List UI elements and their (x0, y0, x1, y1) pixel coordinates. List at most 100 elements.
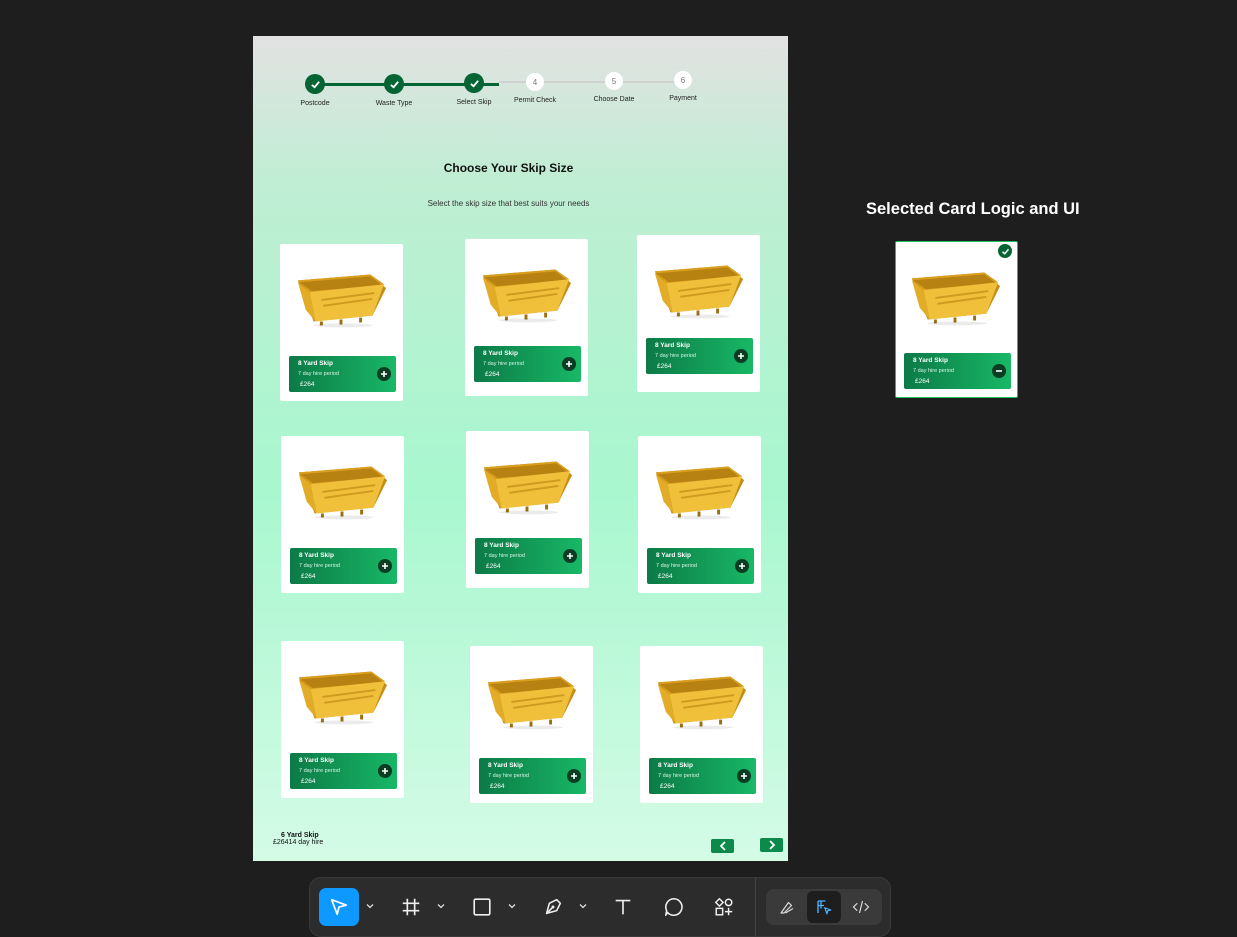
selected-skip-detail: £26414 day hire (273, 839, 324, 846)
skip-card[interactable]: 8 Yard Skip 7 day hire period £264 (280, 244, 403, 401)
check-icon (384, 74, 404, 94)
step-label: Choose Date (593, 96, 635, 103)
move-tool[interactable] (319, 888, 359, 926)
selection-summary: 6 Yard Skip £26414 day hire (273, 832, 323, 846)
card-info: 8 Yard Skip 7 day hire period £264 (474, 346, 581, 382)
back-button[interactable] (711, 839, 734, 853)
skip-card[interactable]: 8 Yard Skip 7 day hire period £264 (281, 436, 404, 593)
skip-card[interactable]: 8 Yard Skip 7 day hire period £264 (638, 436, 761, 593)
skip-image (298, 466, 388, 520)
draw-mode-button[interactable] (770, 891, 804, 923)
card-title: 8 Yard Skip (656, 552, 691, 559)
skip-image (487, 676, 577, 730)
pen-icon (545, 898, 562, 915)
skip-image (297, 274, 387, 328)
skip-card[interactable]: 8 Yard Skip 7 day hire period £264 (470, 646, 593, 803)
remove-button[interactable] (992, 364, 1006, 378)
add-button[interactable] (562, 357, 576, 371)
card-title: 8 Yard Skip (483, 350, 518, 357)
comment-tool[interactable] (654, 888, 694, 926)
card-info: 8 Yard Skip 7 day hire period £264 (475, 538, 582, 574)
chevron-down-icon[interactable] (436, 901, 446, 911)
card-info: 8 Yard Skip 7 day hire period £264 (290, 753, 397, 789)
skip-card[interactable]: 8 Yard Skip 7 day hire period £264 (465, 239, 588, 396)
design-toolbar (309, 877, 891, 937)
card-title: 8 Yard Skip (299, 552, 334, 559)
skip-card[interactable]: 8 Yard Skip 7 day hire period £264 (281, 641, 404, 798)
card-info: 8 Yard Skip 7 day hire period £264 (649, 758, 756, 794)
card-price: £264 (490, 783, 505, 790)
step-permit-check[interactable]: 4 Permit Check (505, 73, 565, 104)
card-price: £264 (658, 573, 673, 580)
card-info: 8 Yard Skip 7 day hire period £264 (647, 548, 754, 584)
add-button[interactable] (377, 367, 391, 381)
rectangle-icon (473, 898, 491, 916)
text-icon (615, 899, 631, 915)
step-payment[interactable]: 6 Payment (653, 71, 713, 102)
step-label: Payment (669, 95, 697, 102)
skip-image (911, 272, 1001, 326)
add-button[interactable] (737, 769, 751, 783)
step-number: 6 (680, 75, 686, 85)
chevron-down-icon[interactable] (578, 901, 588, 911)
card-hire-period: 7 day hire period (484, 553, 525, 559)
add-button[interactable] (378, 559, 392, 573)
step-waste-type[interactable]: Waste Type (364, 74, 424, 107)
step-label: Permit Check (513, 97, 556, 104)
step-select-skip[interactable]: Select Skip (444, 73, 504, 106)
page-subtitle: Select the skip size that best suits you… (427, 199, 590, 208)
step-label: Select Skip (456, 99, 492, 106)
step-number: 4 (532, 77, 538, 87)
skip-image (654, 265, 744, 319)
chevron-down-icon[interactable] (365, 901, 375, 911)
skip-image (655, 466, 745, 520)
card-title: 8 Yard Skip (655, 342, 690, 349)
card-price: £264 (657, 363, 672, 370)
frame-tool[interactable] (391, 888, 431, 926)
dev-mode-button[interactable] (844, 891, 878, 923)
design-mode-button[interactable] (807, 891, 841, 923)
comment-icon (664, 897, 683, 917)
card-title: 8 Yard Skip (299, 757, 334, 764)
check-icon (998, 244, 1012, 258)
card-hire-period: 7 day hire period (655, 353, 696, 359)
card-price: £264 (660, 783, 675, 790)
card-hire-period: 7 day hire period (483, 361, 524, 367)
text-tool[interactable] (603, 888, 643, 926)
card-price: £264 (301, 573, 316, 580)
card-info: 8 Yard Skip 7 day hire period £264 (904, 353, 1011, 389)
minus-icon (996, 370, 1002, 372)
plus-icon (567, 553, 573, 559)
progress-stepper: Postcode Waste Type Select Skip 4 Permit… (253, 36, 788, 126)
chevron-down-icon[interactable] (507, 901, 517, 911)
card-hire-period: 7 day hire period (913, 368, 954, 374)
skip-card[interactable]: 8 Yard Skip 7 day hire period £264 (637, 235, 760, 392)
skip-selection-frame: Postcode Waste Type Select Skip 4 Permit… (253, 36, 788, 861)
card-title: 8 Yard Skip (298, 360, 333, 367)
design-mode-icon (817, 900, 832, 915)
card-price: £264 (486, 563, 501, 570)
rectangle-tool[interactable] (462, 888, 502, 926)
next-button[interactable] (760, 838, 783, 852)
add-button[interactable] (735, 559, 749, 573)
dev-mode-icon (852, 900, 870, 914)
skip-card[interactable]: 8 Yard Skip 7 day hire period £264 (466, 431, 589, 588)
step-postcode[interactable]: Postcode (285, 74, 345, 107)
add-button[interactable] (734, 349, 748, 363)
plus-icon (382, 768, 388, 774)
step-choose-date[interactable]: 5 Choose Date (584, 72, 644, 103)
card-hire-period: 7 day hire period (488, 773, 529, 779)
chevron-left-icon (719, 841, 726, 851)
selected-skip-card[interactable]: 8 Yard Skip 7 day hire period £264 (895, 241, 1018, 398)
add-button[interactable] (378, 764, 392, 778)
check-icon (464, 73, 484, 93)
add-button[interactable] (567, 769, 581, 783)
plus-icon (571, 773, 577, 779)
card-info: 8 Yard Skip 7 day hire period £264 (290, 548, 397, 584)
actions-tool[interactable] (704, 888, 744, 926)
pen-tool[interactable] (533, 888, 573, 926)
card-hire-period: 7 day hire period (658, 773, 699, 779)
card-title: 8 Yard Skip (488, 762, 523, 769)
skip-card[interactable]: 8 Yard Skip 7 day hire period £264 (640, 646, 763, 803)
add-button[interactable] (563, 549, 577, 563)
